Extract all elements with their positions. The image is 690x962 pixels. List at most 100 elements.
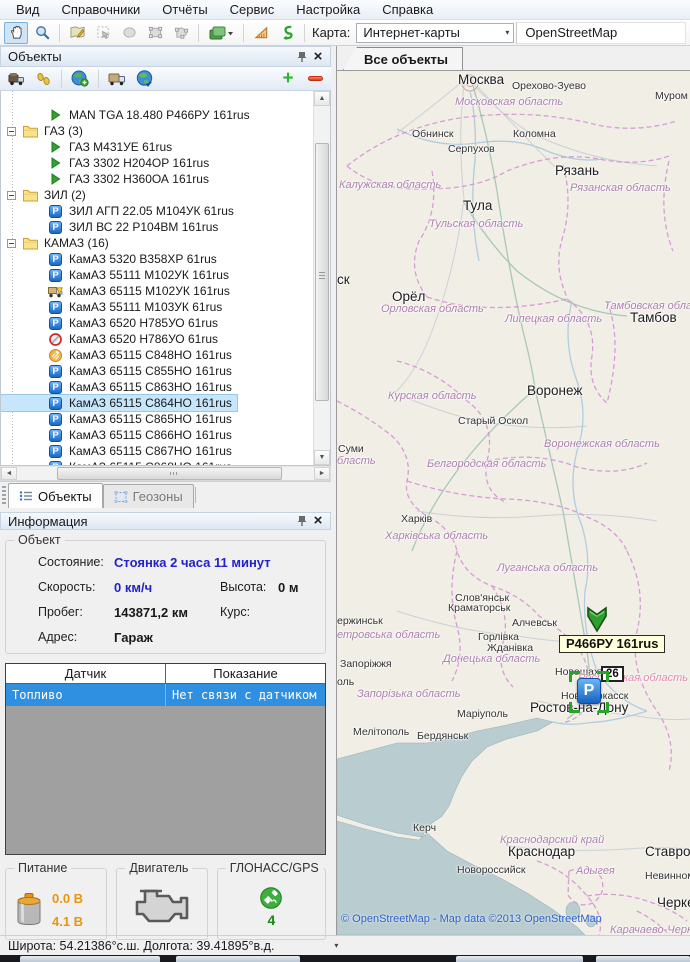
close-icon[interactable]: × <box>310 49 326 65</box>
tab-geozones[interactable]: Геозоны <box>103 484 194 508</box>
globe-check-icon[interactable] <box>132 68 156 90</box>
map-label: Алчевськ <box>512 617 557 629</box>
tree-item[interactable]: PКамАЗ 6520 Н785УО 61rus <box>1 315 313 331</box>
coordinates-readout: Широта: 54.21386°с.ш. Долгота: 39.41895°… <box>8 939 274 953</box>
close-icon[interactable]: × <box>310 513 326 529</box>
tree-item[interactable]: MAN TGA 18.480 Р466РУ 161rus <box>1 107 313 123</box>
tree-item[interactable]: ГАЗ 3302 Н360ОА 161rus <box>1 171 313 187</box>
map-label: Карачаево-Черкесия <box>610 924 690 935</box>
tree-group[interactable]: КАМАЗ (16) <box>1 235 313 251</box>
map-tab-all-objects[interactable]: Все объекты <box>343 47 463 70</box>
footprints-icon[interactable] <box>31 68 55 90</box>
toolbar-separator <box>304 24 305 42</box>
tree-vertical-scrollbar[interactable]: ▲ ▼ <box>313 91 330 465</box>
add-object-button[interactable]: + <box>276 68 300 90</box>
scroll-right-icon[interactable]: ► <box>314 467 330 480</box>
list-icon <box>19 490 33 502</box>
tree-item[interactable]: PКамАЗ 65115 С855НО 161rus <box>1 363 313 379</box>
tree-item[interactable]: PЗИЛ ВС 22 Р104ВМ 161rus <box>1 219 313 235</box>
tree-item-label: КамАЗ 6520 Н785УО 61rus <box>67 315 220 331</box>
power-voltage-2: 4.1 В <box>52 914 83 929</box>
tree-item-label: КамАЗ 65115 С868НО 161rus <box>67 459 234 465</box>
tree-item[interactable]: PКамАЗ 55111 М102УК 161rus <box>1 267 313 283</box>
truck-monitor-icon[interactable] <box>105 68 129 90</box>
vehicle-truck-icon[interactable] <box>4 68 28 90</box>
map-label: етровська область <box>337 629 440 641</box>
tree-item[interactable]: PКамАЗ 65115 С863НО 161rus <box>1 379 313 395</box>
address-value: Гараж <box>114 630 153 645</box>
ellipse-tool-icon[interactable] <box>117 22 141 44</box>
tree-item[interactable]: КамАЗ 6520 Н786УО 61rus <box>1 331 313 347</box>
tree-expander-icon[interactable] <box>7 239 16 248</box>
map-label: Донецька область <box>443 653 540 665</box>
globe-add-icon[interactable] <box>68 68 92 90</box>
menu-item[interactable]: Сервис <box>220 0 285 19</box>
tree-item[interactable]: PКамАЗ 65115 С866НО 161rus <box>1 427 313 443</box>
parked-icon: P <box>48 253 63 266</box>
select-region-icon[interactable] <box>91 22 115 44</box>
tree-expander-icon[interactable] <box>7 127 16 136</box>
tree-item[interactable]: PКамАЗ 65115 С865НО 161rus <box>1 411 313 427</box>
scroll-up-icon[interactable]: ▲ <box>314 91 330 106</box>
tree-expander-icon[interactable] <box>7 191 16 200</box>
tree-item[interactable]: PКамАЗ 5320 В358ХР 61rus <box>1 251 313 267</box>
scroll-left-icon[interactable]: ◄ <box>1 467 17 480</box>
polygon-tool-icon[interactable] <box>169 22 193 44</box>
map-label: Липецкая область <box>505 313 602 325</box>
satellite-count: 4 <box>267 912 275 928</box>
tree-item[interactable]: КамАЗ 65115 М102УК 161rus <box>1 283 313 299</box>
tree-item[interactable]: PКамАЗ 65115 С864НО 161rus <box>1 395 313 411</box>
remove-object-button[interactable] <box>303 68 327 90</box>
toolbar-separator <box>61 70 62 88</box>
map-label: ск <box>337 272 350 287</box>
tree-item-label: ГАЗ 3302 Н360ОА 161rus <box>67 171 211 187</box>
show-track-icon[interactable] <box>275 22 299 44</box>
tree-item[interactable]: PКамАЗ 65115 С868НО 161rus <box>1 459 313 465</box>
tree-group[interactable]: ГАЗ (3) <box>1 123 313 139</box>
measure-ruler-icon[interactable] <box>249 22 273 44</box>
pan-hand-icon[interactable] <box>4 22 28 44</box>
menu-bar: ВидСправочникиОтчётыСервисНастройкаСправ… <box>0 0 690 20</box>
pin-icon[interactable] <box>294 513 310 529</box>
drag-handle[interactable] <box>2 486 6 505</box>
menu-item[interactable]: Отчёты <box>152 0 217 19</box>
menu-item[interactable]: Справочники <box>52 0 151 19</box>
engine-groupbox: Двигатель <box>116 868 207 940</box>
moving-icon <box>48 109 63 122</box>
tree-item[interactable]: PКамАЗ 55111 М103УК 61rus <box>1 299 313 315</box>
scrollbar-thumb[interactable] <box>315 143 329 401</box>
tab-objects-label: Объекты <box>38 489 92 504</box>
tree-item-label: КамАЗ 65115 М102УК 161rus <box>67 283 232 299</box>
objects-panel: Объекты × <box>0 46 331 508</box>
menu-item[interactable]: Справка <box>372 0 443 19</box>
layers-icon[interactable] <box>204 22 238 44</box>
rectangle-tool-icon[interactable] <box>143 22 167 44</box>
tree-item[interactable]: PЗИЛ АГП 22.05 М104УК 61rus <box>1 203 313 219</box>
map-canvas[interactable]: МоскваОрехово-ЗуевоМуромМосковская облас… <box>337 71 690 935</box>
tree-item[interactable]: ГАЗ М431УЕ 61rus <box>1 139 313 155</box>
tree-item[interactable]: КамАЗ 65115 С848НО 161rus <box>1 347 313 363</box>
tree-item[interactable]: ГАЗ 3302 Н204ОР 161rus <box>1 155 313 171</box>
map-label: бласть <box>337 455 376 467</box>
parked-icon: P <box>48 365 63 378</box>
map-label: Обнинск <box>412 128 454 140</box>
tree-group[interactable]: ЗИЛ (2) <box>1 187 313 203</box>
altitude-value: 0 м <box>278 580 298 595</box>
zoom-magnifier-icon[interactable] <box>30 22 54 44</box>
map-provider-field[interactable]: OpenStreetMap <box>516 22 686 44</box>
tree-item[interactable]: PКамАЗ 65115 С867НО 161rus <box>1 443 313 459</box>
map-attribution: © OpenStreetMap - Map data ©2013 OpenStr… <box>341 913 602 925</box>
tree-horizontal-scrollbar[interactable]: ◄ ► <box>0 466 331 481</box>
selected-vehicle-marker[interactable]: P <box>569 671 609 713</box>
menu-item[interactable]: Настройка <box>286 0 370 19</box>
scrollbar-thumb[interactable] <box>57 467 282 480</box>
map-source-combobox[interactable]: Интернет-карты ▾ <box>356 23 514 43</box>
chevron-down-icon[interactable]: ▾ <box>334 941 338 950</box>
scroll-down-icon[interactable]: ▼ <box>314 450 330 465</box>
sensor-row[interactable]: ТопливоНет связи с датчиком <box>6 684 325 706</box>
edit-geozones-icon[interactable] <box>65 22 89 44</box>
menu-item[interactable]: Вид <box>6 0 50 19</box>
map-label: Тула <box>463 198 492 213</box>
pin-icon[interactable] <box>294 49 310 65</box>
tab-objects[interactable]: Объекты <box>8 483 103 508</box>
